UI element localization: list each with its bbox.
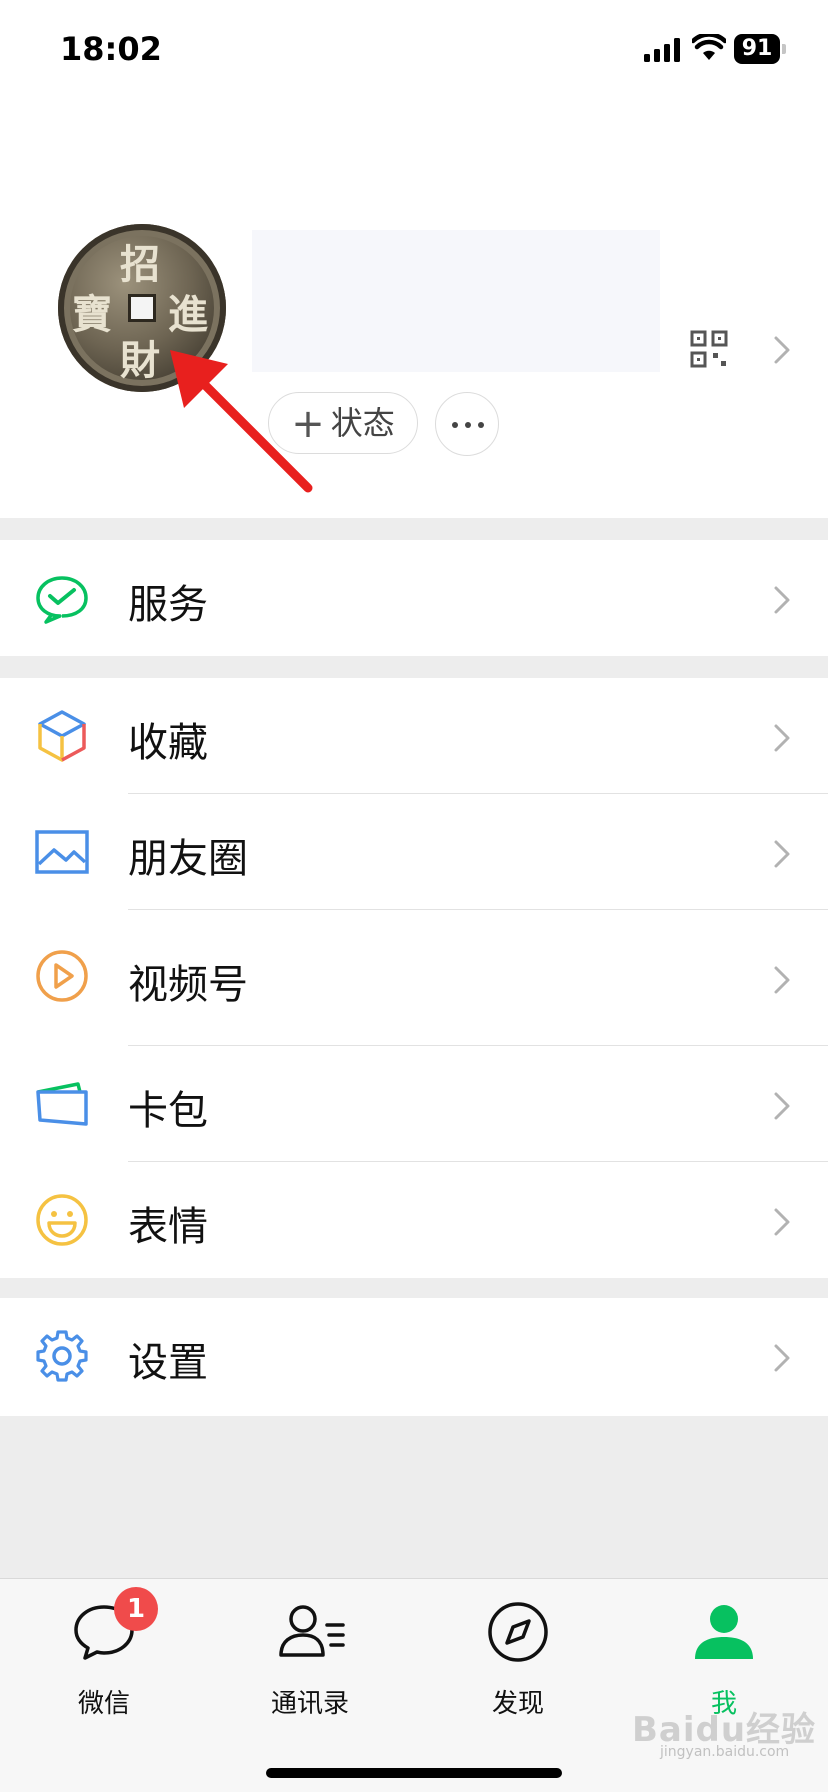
menu-label-favorites: 收藏: [128, 720, 208, 766]
tab-contacts[interactable]: 通讯录: [210, 1599, 410, 1719]
chevron-right-icon: [774, 724, 790, 752]
tab-label-contacts: 通讯录: [270, 1689, 349, 1719]
menu-row-card-wallet[interactable]: 卡包: [0, 1046, 828, 1162]
chevron-right-icon[interactable]: [772, 334, 792, 366]
chevron-right-icon: [774, 1208, 790, 1236]
features-group: 收藏 朋友圈 视频号 卡包 表情: [0, 678, 828, 1278]
menu-label-channels: 视频号: [128, 962, 248, 1008]
menu-label-moments: 朋友圈: [128, 836, 248, 882]
chevron-right-icon: [774, 1344, 790, 1372]
menu-label-settings: 设置: [128, 1340, 208, 1386]
coin-square-hole: [128, 294, 156, 322]
chevron-right-icon: [774, 966, 790, 994]
unread-badge: 1: [114, 1587, 158, 1631]
status-button-label: 状态: [330, 404, 395, 442]
menu-row-channels[interactable]: 视频号: [0, 910, 828, 1046]
status-time: 18:02: [60, 30, 162, 68]
sticker-smile-icon: [36, 1194, 88, 1246]
menu-label-stickers: 表情: [128, 1204, 208, 1250]
watermark-url: jingyan.baidu.com: [660, 1744, 790, 1760]
favorites-cube-icon: [38, 710, 86, 762]
tab-chats[interactable]: 1 微信: [4, 1587, 204, 1719]
avatar-char-top: 招: [120, 241, 160, 288]
more-dot-icon: [452, 422, 458, 428]
profile-header[interactable]: 招 進 財 寶 + 状态: [0, 100, 828, 518]
chevron-right-icon: [774, 586, 790, 614]
more-dot-icon: [465, 422, 471, 428]
settings-gear-icon: [36, 1330, 88, 1382]
contacts-icon: [279, 1605, 345, 1657]
tab-discover[interactable]: 发现: [418, 1599, 618, 1719]
menu-row-moments[interactable]: 朋友圈: [0, 794, 828, 910]
menu-row-settings[interactable]: 设置: [0, 1298, 828, 1416]
cellular-signal-icon: [644, 38, 680, 62]
menu-row-favorites[interactable]: 收藏: [0, 678, 828, 794]
compass-icon: [488, 1602, 548, 1662]
services-group: 服务: [0, 540, 828, 656]
tab-label-discover: 发现: [491, 1689, 544, 1719]
chevron-right-icon: [774, 1092, 790, 1120]
wechat-pay-icon: [36, 576, 88, 624]
annotation-arrow: [170, 350, 313, 493]
status-bar: 18:02 91: [0, 0, 828, 100]
person-icon: [695, 1605, 753, 1659]
card-wallet-icon: [36, 1082, 88, 1126]
channels-play-icon: [36, 950, 88, 1002]
wifi-icon: [692, 34, 726, 60]
more-options-button[interactable]: [435, 392, 499, 456]
chevron-right-icon: [774, 840, 790, 868]
battery-level: 91: [741, 36, 773, 61]
menu-label-services: 服务: [128, 582, 208, 628]
qr-code-icon[interactable]: [690, 330, 728, 368]
settings-group: 设置: [0, 1298, 828, 1416]
battery-tip: [782, 44, 786, 54]
moments-image-icon: [35, 830, 89, 874]
menu-label-card-wallet: 卡包: [128, 1088, 208, 1134]
avatar-char-left: 寶: [72, 291, 112, 338]
tab-me[interactable]: 我: [624, 1599, 824, 1719]
home-indicator: [266, 1768, 562, 1778]
battery-indicator: 91: [734, 34, 780, 64]
tab-label-chats: 微信: [77, 1689, 130, 1719]
menu-row-services[interactable]: 服务: [0, 540, 828, 656]
more-dot-icon: [478, 422, 484, 428]
menu-row-stickers[interactable]: 表情: [0, 1162, 828, 1278]
